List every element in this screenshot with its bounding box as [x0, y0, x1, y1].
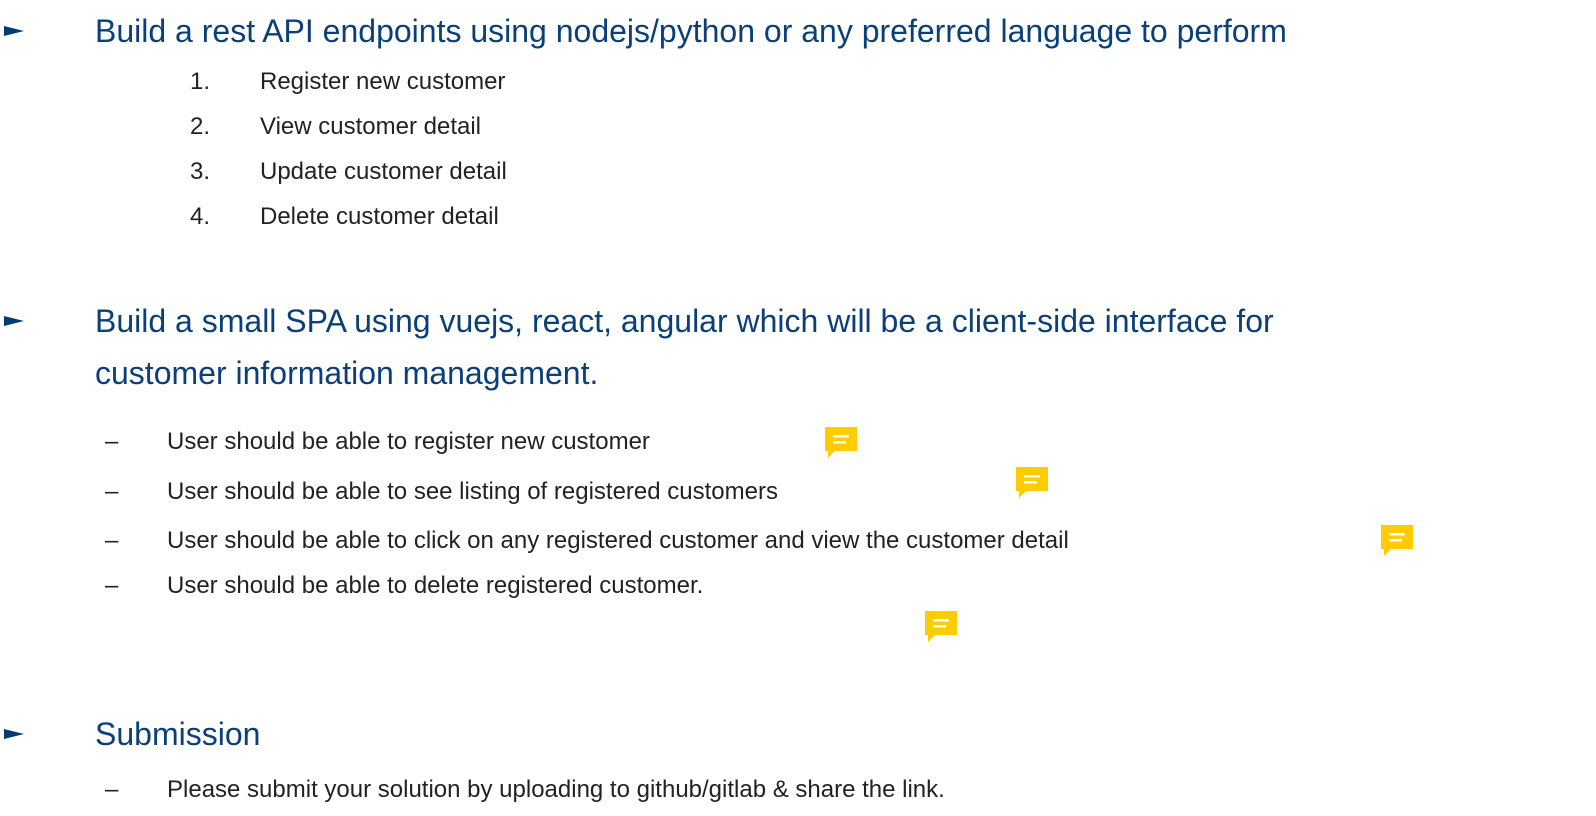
list-item: Delete customer detail — [260, 203, 499, 230]
comment-note-icon[interactable] — [822, 424, 860, 462]
list-marker: 4. — [190, 203, 211, 230]
list-marker: – — [105, 776, 119, 803]
comment-note-icon[interactable] — [1378, 522, 1416, 560]
section-heading: Submission — [95, 716, 261, 752]
comment-note-icon[interactable] — [1013, 464, 1051, 502]
section-heading-continued: customer information management. — [95, 355, 599, 391]
list-marker: 1. — [190, 68, 211, 95]
comment-note-icon[interactable] — [922, 608, 960, 646]
list-marker: – — [105, 572, 119, 599]
section-heading: Build a rest API endpoints using nodejs/… — [95, 13, 1287, 49]
list-item: Update customer detail — [260, 158, 507, 185]
list-marker: 2. — [190, 113, 211, 140]
arrow-bullet-icon — [4, 729, 24, 739]
list-item: User should be able to register new cust… — [167, 428, 650, 455]
list-item: Register new customer — [260, 68, 506, 95]
list-marker: – — [105, 478, 119, 505]
list-item: User should be able to click on any regi… — [167, 527, 1069, 554]
list-marker: – — [105, 527, 119, 554]
list-item: User should be able to see listing of re… — [167, 478, 778, 505]
arrow-bullet-icon — [4, 316, 24, 326]
arrow-bullet-icon — [4, 26, 24, 36]
section-heading: Build a small SPA using vuejs, react, an… — [95, 303, 1274, 339]
list-marker: – — [105, 428, 119, 455]
list-item: View customer detail — [260, 113, 481, 140]
list-item: Please submit your solution by uploading… — [167, 776, 945, 803]
list-marker: 3. — [190, 158, 211, 185]
list-item: User should be able to delete registered… — [167, 572, 704, 599]
